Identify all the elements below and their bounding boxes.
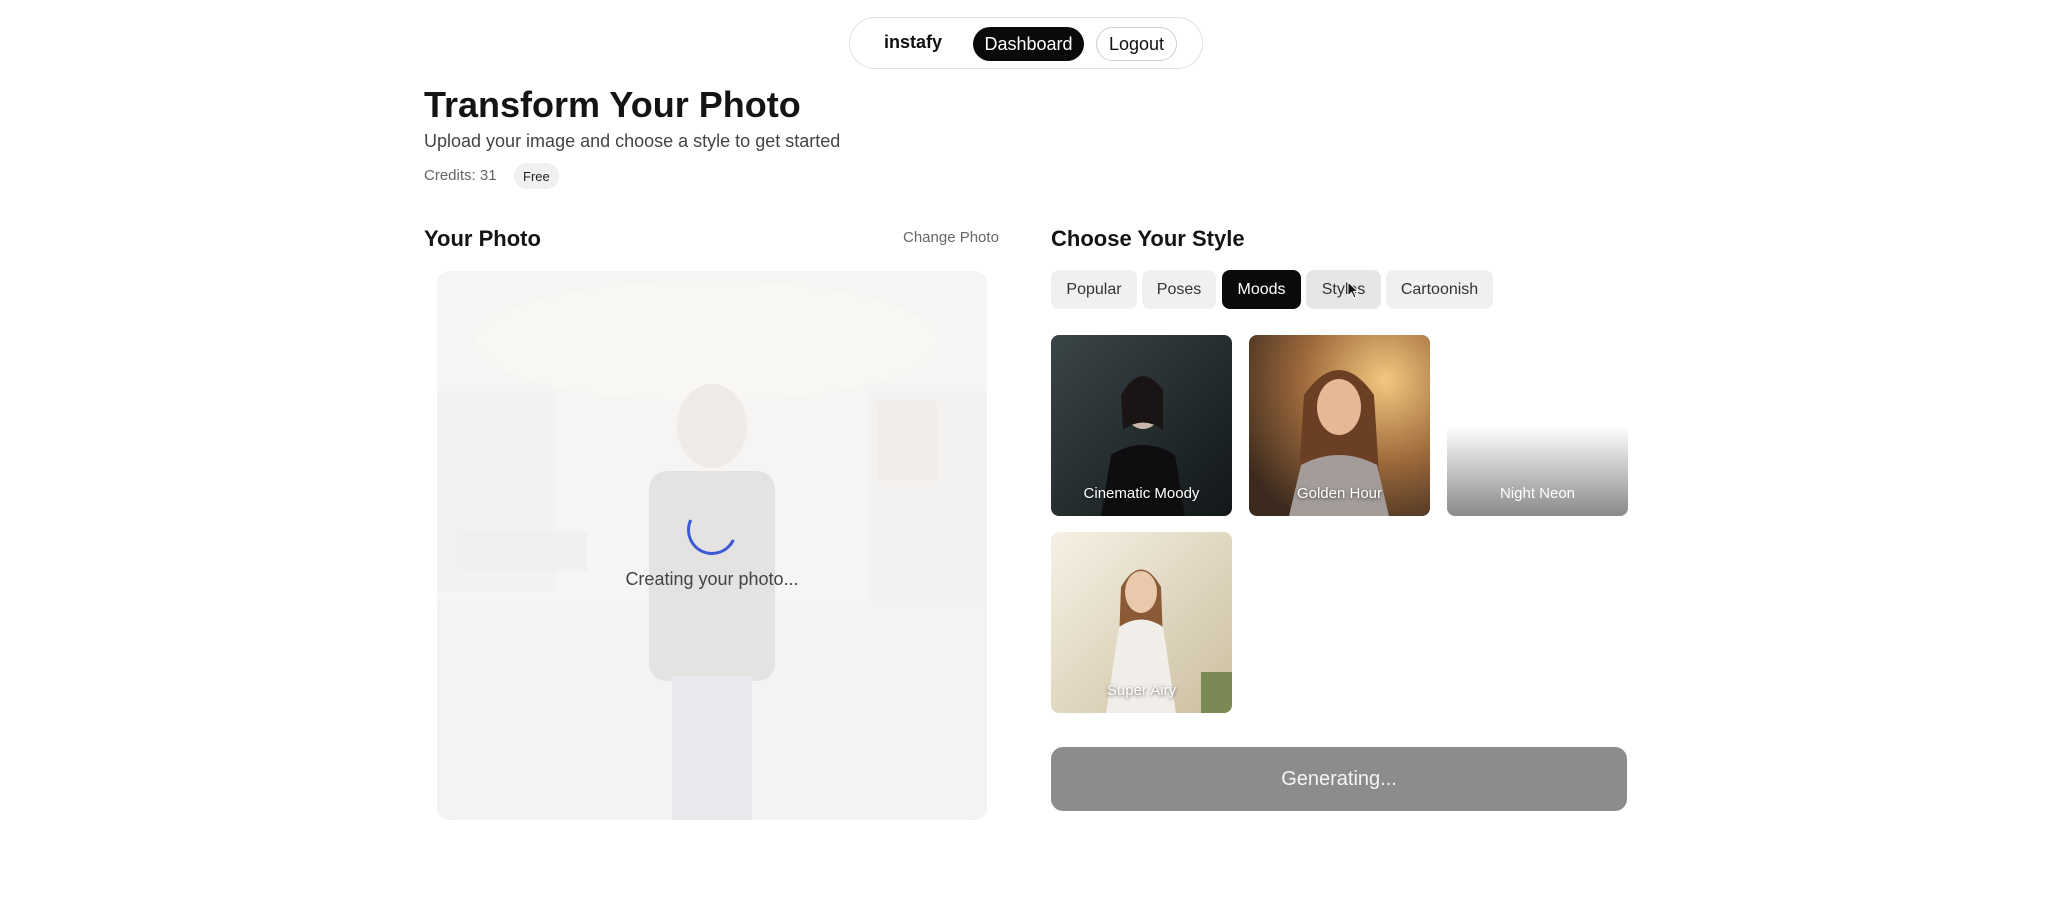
- style-card-night-neon[interactable]: Night Neon: [1447, 335, 1628, 516]
- brand-logo[interactable]: instafy: [884, 32, 942, 53]
- your-photo-heading: Your Photo: [424, 226, 541, 251]
- card-label: Night Neon: [1499, 485, 1576, 502]
- tab-popular[interactable]: Popular: [1051, 270, 1137, 309]
- choose-style-heading: Choose Your Style: [1051, 226, 1245, 251]
- change-photo-link[interactable]: Change Photo: [903, 229, 999, 246]
- dashboard-button[interactable]: Dashboard: [973, 27, 1084, 61]
- card-label: Golden Hour: [1296, 485, 1383, 502]
- style-card-cinematic-moody[interactable]: Cinematic Moody: [1051, 335, 1232, 516]
- top-nav: instafy Dashboard Logout: [849, 17, 1203, 69]
- generate-button[interactable]: Generating...: [1051, 747, 1627, 811]
- card-label: Super Airy: [1106, 682, 1177, 699]
- card-label: Cinematic Moody: [1083, 485, 1200, 502]
- mouse-cursor-icon: [1347, 281, 1359, 299]
- tab-styles[interactable]: Styles: [1306, 270, 1381, 309]
- page-subtitle: Upload your image and choose a style to …: [424, 131, 841, 151]
- creating-status: Creating your photo...: [625, 569, 799, 589]
- photo-preview: Creating your photo...: [437, 271, 987, 820]
- page: instafy Dashboard Logout Transform Your …: [0, 0, 2052, 904]
- logout-button[interactable]: Logout: [1096, 27, 1177, 61]
- tab-poses[interactable]: Poses: [1142, 270, 1216, 309]
- tab-moods[interactable]: Moods: [1222, 270, 1301, 309]
- page-title: Transform Your Photo: [424, 84, 801, 125]
- style-card-golden-hour[interactable]: Golden Hour: [1249, 335, 1430, 516]
- plan-badge: Free: [514, 163, 559, 189]
- credits-count: Credits: 31: [424, 167, 497, 184]
- tab-cartoonish[interactable]: Cartoonish: [1386, 270, 1493, 309]
- style-card-super-airy[interactable]: Super Airy: [1051, 532, 1232, 713]
